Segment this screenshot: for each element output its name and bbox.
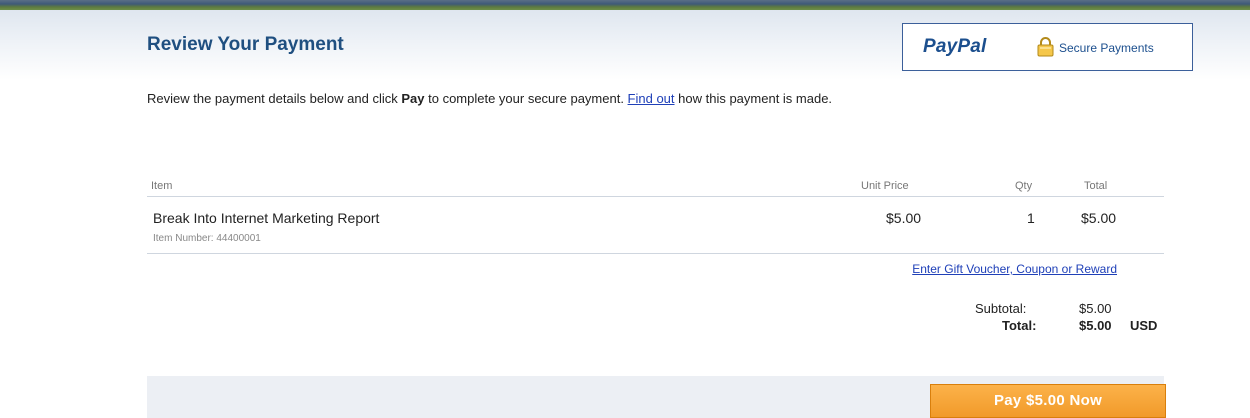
total-value: $5.00 (1079, 318, 1112, 333)
item-number: Item Number: 44400001 (153, 233, 261, 244)
item-name: Break Into Internet Marketing Report (153, 210, 380, 226)
table-divider-top (147, 196, 1164, 197)
col-item: Item (151, 180, 173, 192)
gift-voucher-link[interactable]: Enter Gift Voucher, Coupon or Reward (912, 262, 1117, 276)
total-currency: USD (1130, 318, 1158, 333)
intro-text: Review the payment details below and cli… (147, 90, 887, 108)
subtotal-value: $5.00 (1079, 301, 1112, 316)
intro-text-start: Review the payment details below and cli… (147, 91, 402, 106)
item-total: $5.00 (1081, 210, 1117, 226)
item-unit-price: $5.00 (886, 210, 922, 226)
intro-text-middle: to complete your secure payment. (424, 91, 628, 106)
paypal-secure-badge: PayPal Secure Payments (902, 23, 1193, 71)
col-unit-price: Unit Price (861, 180, 909, 192)
intro-bold-pay: Pay (401, 91, 425, 106)
col-qty: Qty (1015, 180, 1033, 192)
secure-payments-label: Secure Payments (1059, 41, 1154, 55)
item-qty: 1 (1027, 210, 1035, 226)
pay-now-button[interactable]: Pay $5.00 Now (930, 384, 1166, 418)
page-title: Review Your Payment (147, 34, 344, 55)
lock-icon (1037, 37, 1054, 57)
total-label: Total: (1002, 318, 1037, 333)
table-divider-bottom (147, 253, 1164, 254)
col-total: Total (1084, 180, 1108, 192)
find-out-link[interactable]: Find out (628, 91, 675, 106)
top-color-bar (0, 0, 1250, 10)
subtotal-label: Subtotal: (975, 301, 1027, 316)
paypal-logo: PayPal (923, 36, 987, 57)
intro-text-end: how this payment is made. (674, 91, 833, 106)
